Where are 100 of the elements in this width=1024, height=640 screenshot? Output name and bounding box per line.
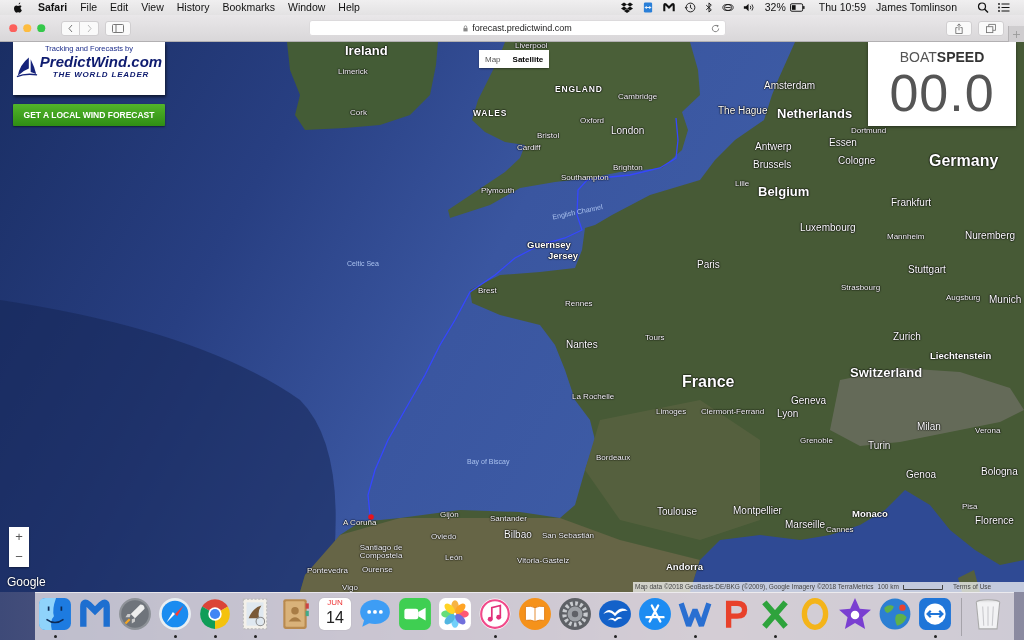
city-label: Paris: [697, 259, 720, 271]
bluetooth-icon[interactable]: [704, 2, 713, 13]
menu-item[interactable]: Window: [287, 1, 326, 14]
city-label: Montpellier: [733, 505, 782, 517]
globe-icon[interactable]: [878, 597, 912, 631]
zoom-out-button[interactable]: −: [9, 547, 29, 567]
tricolor-circle-icon[interactable]: [198, 597, 232, 631]
chevron-right-icon: [86, 23, 92, 33]
user-name[interactable]: James Tomlinson: [876, 1, 957, 14]
open-book-icon[interactable]: [518, 597, 552, 631]
rocket-icon[interactable]: [118, 597, 152, 631]
city-label: Toulouse: [657, 506, 698, 518]
city-label: Brussels: [753, 159, 792, 171]
a-logo-icon[interactable]: [638, 597, 672, 631]
close-window-icon[interactable]: [9, 23, 18, 33]
boat-marker-icon[interactable]: [368, 514, 374, 520]
zoom-in-button[interactable]: +: [9, 527, 29, 547]
swirl-icon[interactable]: [721, 2, 734, 13]
city-label: Ourense: [362, 565, 393, 575]
back-button[interactable]: [61, 20, 80, 36]
flower-icon[interactable]: [438, 597, 472, 631]
clock-text[interactable]: Thu 10:59: [818, 1, 867, 14]
country-label: Ireland: [345, 44, 388, 58]
city-label: Milan: [917, 421, 941, 433]
country-label: France: [682, 373, 735, 391]
calendar-day: 14: [326, 608, 344, 627]
city-label: Cologne: [838, 155, 876, 167]
tab-overview-button[interactable]: [978, 20, 1004, 36]
chevron-left-icon: [68, 23, 73, 33]
apple-logo-icon[interactable]: [13, 1, 23, 14]
video-camera-icon[interactable]: [398, 597, 432, 631]
city-label: Pontevedra: [307, 566, 348, 576]
city-label: Antwerp: [755, 141, 792, 153]
music-note-icon[interactable]: [478, 597, 512, 631]
map-type-tab[interactable]: Satellite: [506, 50, 550, 68]
volume-icon[interactable]: [742, 2, 755, 13]
menu-item[interactable]: File: [80, 1, 98, 14]
city-label: Tours: [645, 333, 665, 343]
clock-arrow-icon[interactable]: [683, 2, 696, 13]
calendar-month: JUN: [327, 598, 343, 608]
smiling-face-icon[interactable]: [38, 597, 72, 631]
reload-icon[interactable]: [711, 23, 720, 33]
boatspeed-title: BOATSPEED: [899, 50, 985, 65]
city-label: Essen: [829, 137, 857, 149]
menu-item[interactable]: Help: [338, 1, 360, 14]
city-label: Cannes: [826, 525, 854, 535]
city-label: Munich: [989, 294, 1022, 306]
city-label: Zurich: [893, 331, 921, 343]
map-type-tab[interactable]: Map: [479, 50, 507, 68]
plus-icon: [1013, 30, 1020, 38]
calendar-icon[interactable]: JUN 14: [319, 598, 351, 630]
city-label: Stuttgart: [908, 264, 946, 276]
region-label: ENGLAND: [555, 84, 603, 94]
google-logo[interactable]: Google: [7, 575, 46, 589]
city-label: San Sebastián: [542, 531, 595, 541]
compass-icon[interactable]: [158, 597, 192, 631]
sidebar-button[interactable]: [105, 20, 131, 36]
share-button[interactable]: [946, 20, 972, 36]
share-icon: [954, 22, 964, 34]
menu-item[interactable]: History: [176, 1, 210, 14]
city-label: Santander: [490, 514, 527, 524]
city-label: Oxford: [580, 116, 604, 126]
app-menu[interactable]: Safari: [38, 1, 68, 14]
city-label: Mannheim: [887, 232, 925, 242]
m-logo-icon[interactable]: [662, 2, 675, 13]
gear-icon[interactable]: [558, 597, 592, 631]
city-label: Amsterdam: [764, 80, 816, 92]
city-label: Santiago de Compostela: [358, 543, 404, 561]
battery-icon[interactable]: [789, 3, 805, 12]
tabs-icon: [986, 22, 996, 34]
remote-control-icon[interactable]: [641, 2, 654, 13]
sail-icon: [15, 56, 38, 78]
menu-item[interactable]: Bookmarks: [222, 1, 275, 14]
gulls-icon[interactable]: [598, 597, 632, 631]
dropbox-icon[interactable]: [620, 2, 633, 13]
city-label: A Coruña: [343, 518, 377, 528]
city-label: The Hague: [718, 105, 768, 117]
country-label: Netherlands: [777, 107, 853, 121]
lock-icon: [463, 24, 469, 32]
city-label: Gijón: [440, 510, 459, 520]
city-label: Vitoria-Gasteiz: [517, 556, 570, 566]
menu-item[interactable]: Edit: [110, 1, 129, 14]
city-label: Augsburg: [946, 293, 981, 303]
city-label: Lyon: [777, 408, 799, 420]
fullscreen-window-icon[interactable]: [37, 23, 46, 33]
search-icon[interactable]: [977, 2, 989, 13]
list-icon[interactable]: [998, 2, 1010, 13]
city-label: Cambridge: [618, 92, 658, 102]
country-label: Belgium: [758, 185, 810, 199]
boatspeed-value: 00.0: [889, 65, 995, 121]
country-label: Switzerland: [850, 366, 923, 380]
island-label: Jersey: [548, 251, 579, 261]
star-icon[interactable]: [838, 597, 872, 631]
battery-percentage[interactable]: 32%: [764, 1, 786, 14]
country-label: Monaco: [852, 509, 888, 519]
menu-item[interactable]: View: [141, 1, 164, 14]
address-field[interactable]: forecast.predictwind.com: [309, 20, 726, 36]
city-label: Verona: [975, 426, 1001, 436]
sidebar-icon: [112, 23, 124, 33]
city-label: Lille: [735, 179, 750, 189]
